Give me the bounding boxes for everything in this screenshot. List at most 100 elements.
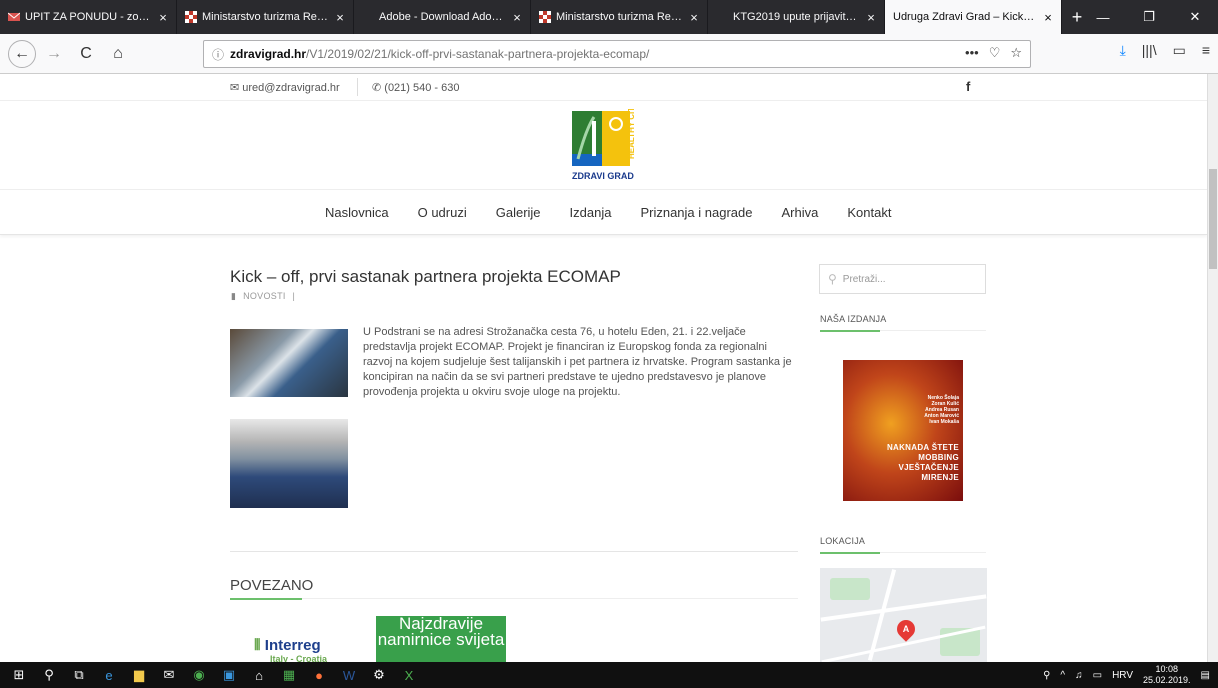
tab-adobe[interactable]: Adobe - Download Adobe Ac × [354, 0, 531, 34]
nav-item-naslovnica[interactable]: Naslovnica [325, 205, 389, 220]
related-post-namirnice[interactable]: Najzdravije namirnice svijeta [376, 616, 506, 662]
bookmark-star-icon[interactable]: ☆ [1010, 45, 1022, 61]
tab-title: Udruga Zdravi Grad – Kick – off, p [893, 11, 1037, 23]
heading-accent [820, 330, 880, 332]
pocket-icon[interactable]: ♡ [989, 45, 1001, 61]
search-input[interactable]: ⚲ Pretraži... [819, 264, 986, 294]
tab-close-icon[interactable]: × [510, 10, 524, 25]
store-icon[interactable]: ⌂ [244, 662, 274, 688]
url-host: zdravigrad.hr [230, 47, 307, 61]
tab-close-icon[interactable]: × [333, 10, 347, 25]
tab-ministarstvo-1[interactable]: Ministarstvo turizma Republik × [177, 0, 354, 34]
coat-of-arms-icon [539, 11, 551, 23]
home-icon[interactable]: ⌂ [104, 40, 132, 68]
search-icon: ⚲ [828, 272, 837, 286]
network-icon[interactable]: ▭ [1093, 670, 1102, 681]
app-icon[interactable]: ▦ [274, 662, 304, 688]
location-map[interactable]: A [820, 568, 987, 662]
nav-item-arhiva[interactable]: Arhiva [781, 205, 818, 220]
tab-title: Adobe - Download Adobe Ac [379, 11, 506, 23]
category-link[interactable]: NOVOSTI [243, 291, 286, 301]
heading-accent [820, 552, 880, 554]
logo-text: ZDRAVI GRAD [572, 171, 634, 181]
windows-start-icon[interactable]: ⊞ [4, 662, 34, 688]
facebook-icon[interactable]: f [966, 79, 970, 94]
navigation-toolbar: ← → C ⌂ ⓘ zdravigrad.hr /V1/2019/02/21/k… [0, 34, 1218, 74]
word-icon[interactable]: W [334, 662, 364, 688]
library-icon[interactable]: |||\ [1142, 42, 1157, 59]
downloads-icon[interactable]: ⤓ [1120, 42, 1126, 59]
nav-item-priznanja[interactable]: Priznanja i nagrade [640, 205, 752, 220]
minimize-icon[interactable]: — [1080, 0, 1126, 34]
menu-icon[interactable]: ≡ [1202, 42, 1210, 59]
back-arrow-icon[interactable]: ← [8, 39, 36, 68]
nav-item-izdanja[interactable]: Izdanja [570, 205, 612, 220]
app-icon[interactable]: ▣ [214, 662, 244, 688]
edge-icon[interactable]: e [94, 662, 124, 688]
language-indicator[interactable]: HRV [1112, 670, 1133, 681]
post-photo-meeting[interactable] [230, 419, 348, 508]
tab-title: Ministarstvo turizma Republik [202, 11, 329, 23]
search-icon[interactable]: ⚲ [34, 662, 64, 688]
tray-chevron-icon[interactable]: ^ [1060, 670, 1065, 681]
tab-title: KTG2019 upute prijaviteljima - 00 [733, 11, 860, 23]
map-pin-icon[interactable]: A [893, 616, 919, 642]
clock[interactable]: 10:08 25.02.2019. [1143, 664, 1191, 686]
tab-zdravi-grad[interactable]: Udruga Zdravi Grad – Kick – off, p × [885, 0, 1062, 34]
file-explorer-icon[interactable]: ▆ [124, 662, 154, 688]
tab-ktg2019[interactable]: KTG2019 upute prijaviteljima - 00 × [708, 0, 885, 34]
notifications-icon[interactable]: ▤ [1201, 670, 1210, 681]
search-placeholder: Pretraži... [842, 273, 886, 285]
forward-arrow-icon[interactable]: → [40, 40, 68, 68]
tab-close-icon[interactable]: × [156, 10, 170, 25]
tab-close-icon[interactable]: × [864, 10, 878, 25]
outlook-icon[interactable]: ✉ [154, 662, 184, 688]
widget-title-izdanja: NAŠA IZDANJA [820, 314, 887, 324]
sidebar-icon[interactable]: ▭ [1173, 42, 1186, 59]
volume-icon[interactable]: ♫ [1075, 670, 1083, 681]
bookmark-icon: ▮ [231, 291, 237, 301]
contact-phone-text: (021) 540 - 630 [384, 82, 460, 94]
clock-date: 25.02.2019. [1143, 675, 1191, 685]
contact-email-text: ured@zdravigrad.hr [242, 82, 340, 94]
chrome-icon[interactable]: ◉ [184, 662, 214, 688]
scrollbar-thumb[interactable] [1209, 169, 1217, 269]
tab-close-icon[interactable]: × [1041, 10, 1055, 25]
browser-window: UPIT ZA PONUDU - zorana.zd × Ministarstv… [0, 0, 1218, 688]
tab-upit[interactable]: UPIT ZA PONUDU - zorana.zd × [0, 0, 177, 34]
related-post-interreg[interactable]: ⦀ Interreg Italy - Croatia [254, 637, 327, 662]
reload-icon[interactable]: C [72, 40, 100, 68]
book-cover[interactable]: Nenko Šolaja Zoran Kulić Andrea Rusan An… [843, 360, 963, 501]
post-title: Kick – off, prvi sastanak partnera proje… [230, 267, 621, 286]
task-view-icon[interactable]: ⧉ [64, 662, 94, 688]
toolbar-icons: ⤓ |||\ ▭ ≡ [1120, 42, 1210, 59]
site-info-icon[interactable]: ⓘ [212, 46, 224, 63]
category-separator: | [292, 291, 296, 301]
nav-item-kontakt[interactable]: Kontakt [847, 205, 891, 220]
blank-page-icon [362, 11, 374, 23]
nav-item-o-udruzi[interactable]: O udruzi [418, 205, 467, 220]
close-window-icon[interactable]: ✕ [1172, 0, 1218, 34]
excel-icon[interactable]: X [394, 662, 424, 688]
map-pin-label: A [902, 624, 910, 634]
firefox-icon[interactable]: ● [304, 662, 334, 688]
restore-icon[interactable]: ❐ [1126, 0, 1172, 34]
url-path: /V1/2019/02/21/kick-off-prvi-sastanak-pa… [306, 47, 650, 61]
page-scrollbar[interactable] [1207, 74, 1218, 662]
divider [357, 78, 358, 96]
coat-of-arms-icon [185, 11, 197, 23]
page-actions-icon[interactable]: ••• [965, 45, 979, 61]
contact-email[interactable]: ✉ ured@zdravigrad.hr [230, 81, 340, 94]
interreg-subtext: Italy - Croatia [270, 654, 328, 662]
zdravi-grad-logo[interactable]: HEALTHY CITY ZDRAVI GRAD [568, 109, 646, 184]
nav-item-galerije[interactable]: Galerije [496, 205, 541, 220]
tab-close-icon[interactable]: × [687, 10, 701, 25]
people-icon[interactable]: ⚲ [1043, 670, 1050, 681]
post-photo-presentation[interactable] [230, 329, 348, 397]
related-heading: POVEZANO [230, 577, 314, 594]
tab-ministarstvo-2[interactable]: Ministarstvo turizma Republik × [531, 0, 708, 34]
main-navigation: Naslovnica O udruzi Galerije Izdanja Pri… [0, 189, 1207, 235]
url-bar[interactable]: ⓘ zdravigrad.hr /V1/2019/02/21/kick-off-… [203, 40, 1031, 68]
book-title: NAKNADA ŠTETE MOBBING VJEŠTAČENJE MIRENJ… [886, 443, 959, 482]
app-icon[interactable]: ⚙ [364, 662, 394, 688]
